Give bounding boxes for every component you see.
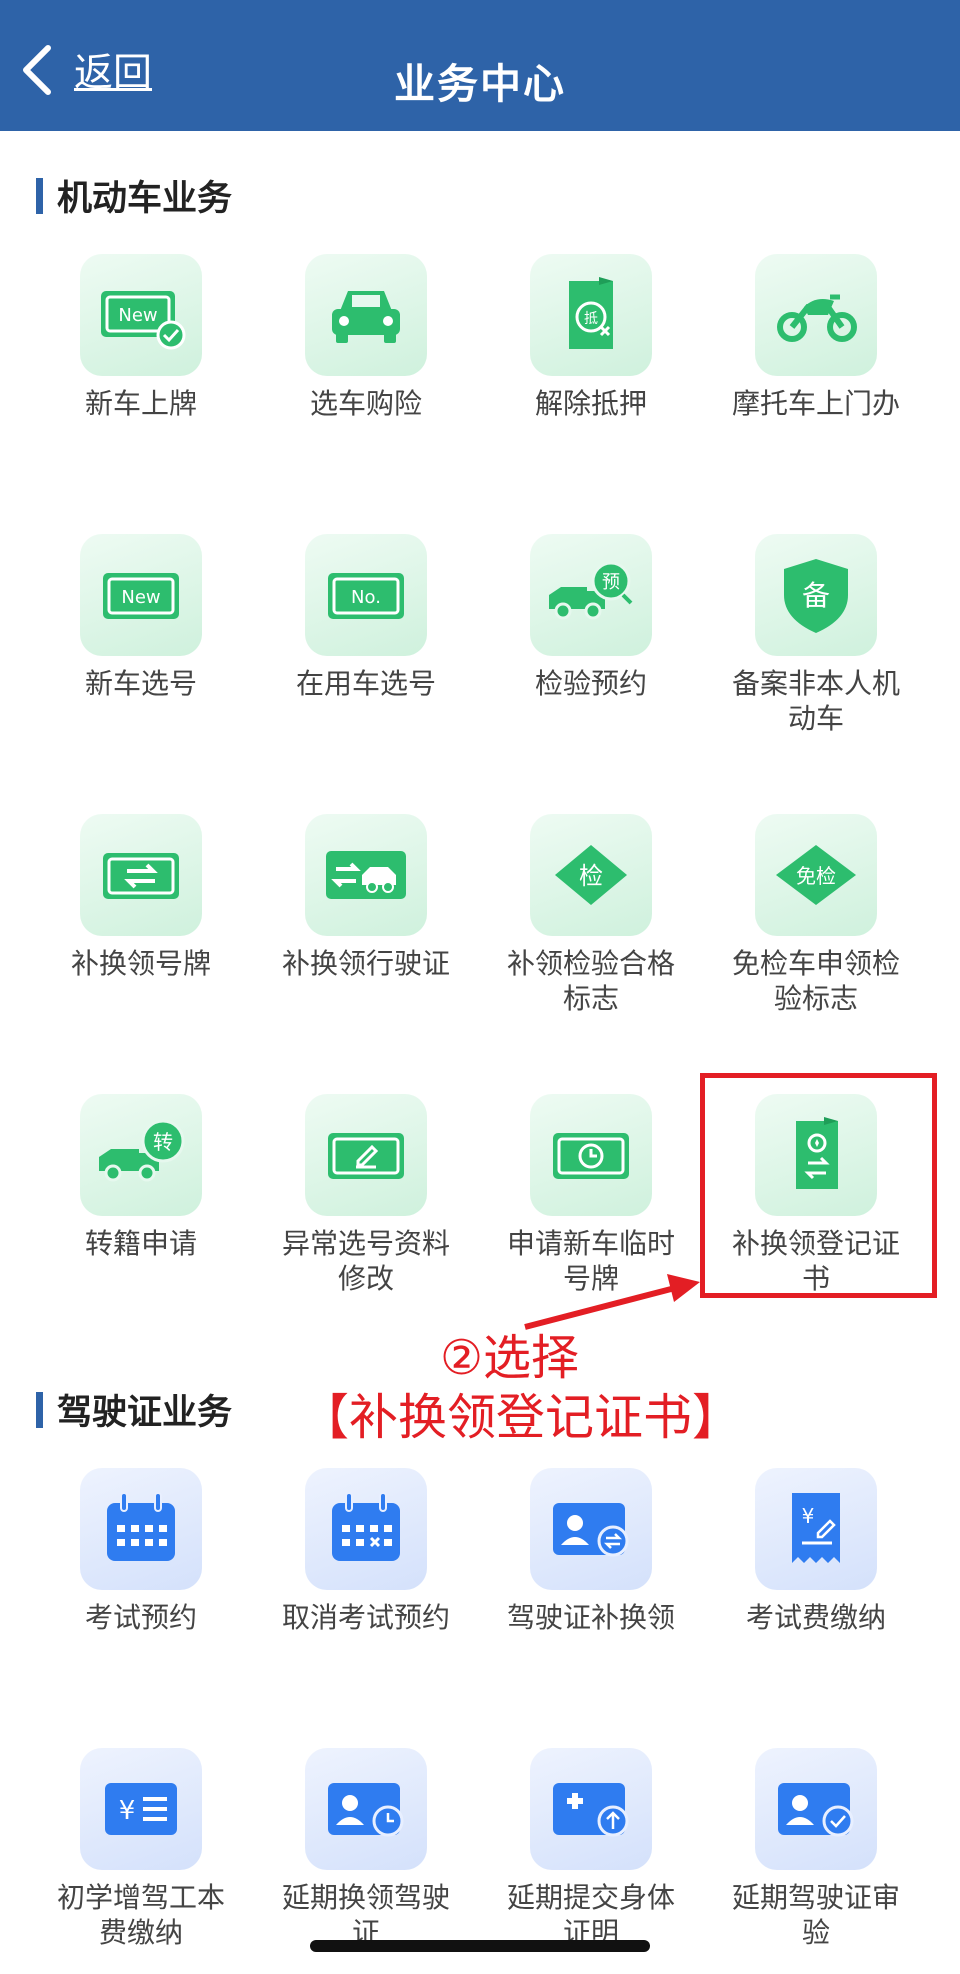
svg-text:¥: ¥ — [119, 1796, 136, 1826]
service-label: 异常选号资料修改 — [281, 1227, 450, 1295]
service-license-replace[interactable]: 驾驶证补换领 — [496, 1468, 686, 1635]
inspection-diamond-icon: 检 — [530, 814, 652, 936]
service-new-car-plate[interactable]: New 新车上牌 — [46, 254, 236, 421]
service-replace-driving-permit[interactable]: 补换领行驶证 — [271, 814, 461, 981]
new-plate-check-icon: New — [80, 254, 202, 376]
svg-text:¥: ¥ — [802, 1504, 815, 1528]
service-label: 初学增驾工本费缴纳 — [56, 1881, 225, 1949]
service-transfer-registration[interactable]: 转 转籍申请 — [46, 1094, 236, 1261]
mortgage-document-icon: 抵 — [530, 254, 652, 376]
svg-text:抵: 抵 — [584, 311, 598, 327]
exempt-diamond-icon: 免检 — [755, 814, 877, 936]
service-in-use-number[interactable]: No. 在用车选号 — [271, 534, 461, 701]
highlight-box — [700, 1073, 937, 1298]
service-choose-car-insurance[interactable]: 选车购险 — [271, 254, 461, 421]
medical-upload-icon — [530, 1748, 652, 1870]
section-title-license: 驾驶证业务 — [36, 1384, 232, 1435]
top-bar: 返回 业务中心 — [0, 0, 960, 131]
service-motorcycle-home[interactable]: 摩托车上门办 — [721, 254, 911, 421]
service-learner-fee[interactable]: ¥ 初学增驾工本费缴纳 — [46, 1748, 236, 1950]
service-inspection-appointment[interactable]: 预 检验预约 — [496, 534, 686, 701]
calendar-icon — [80, 1468, 202, 1590]
plate-clock-icon — [530, 1094, 652, 1216]
service-label: 新车选号 — [84, 667, 197, 700]
service-record-non-owner[interactable]: 备 备案非本人机动车 — [721, 534, 911, 736]
service-label: 补领检验合格标志 — [506, 947, 675, 1015]
svg-text:New: New — [118, 305, 157, 326]
service-label: 免检车申领检验标志 — [731, 947, 900, 1015]
motorcycle-icon — [755, 254, 877, 376]
service-exempt-inspection-mark[interactable]: 免检 免检车申领检验标志 — [721, 814, 911, 1016]
service-label: 备案非本人机动车 — [731, 667, 900, 735]
plate-exchange-icon — [80, 814, 202, 936]
section-marker — [36, 1391, 43, 1428]
service-cancel-exam-appointment[interactable]: 取消考试预约 — [271, 1468, 461, 1635]
service-release-mortgage[interactable]: 抵 解除抵押 — [496, 254, 686, 421]
svg-text:免检: 免检 — [796, 864, 836, 888]
service-label: 取消考试预约 — [281, 1601, 450, 1634]
page-title: 业务中心 — [394, 60, 566, 108]
service-label: 摩托车上门办 — [731, 387, 900, 420]
service-label: 考试费缴纳 — [745, 1601, 886, 1634]
service-label: 新车上牌 — [84, 387, 197, 420]
service-label: 延期驾驶证审验 — [731, 1881, 900, 1949]
service-label: 补换领行驶证 — [281, 947, 450, 980]
shield-record-icon: 备 — [755, 534, 877, 656]
license-exchange-car-icon — [305, 814, 427, 936]
service-extend-medical-proof[interactable]: 延期提交身体证明 — [496, 1748, 686, 1950]
svg-text:New: New — [121, 587, 160, 608]
service-label: 转籍申请 — [84, 1227, 197, 1260]
svg-text:检: 检 — [579, 862, 603, 890]
truck-appointment-icon: 预 — [530, 534, 652, 656]
new-plate-icon: New — [80, 534, 202, 656]
service-temporary-plate[interactable]: 申请新车临时号牌 — [496, 1094, 686, 1296]
service-replace-plate[interactable]: 补换领号牌 — [46, 814, 236, 981]
truck-transfer-icon: 转 — [80, 1094, 202, 1216]
service-exam-appointment[interactable]: 考试预约 — [46, 1468, 236, 1635]
calendar-cancel-icon — [305, 1468, 427, 1590]
service-label: 选车购险 — [309, 387, 422, 420]
service-label: 检验预约 — [534, 667, 647, 700]
section-marker — [36, 177, 43, 214]
service-reissue-inspection-mark[interactable]: 检 补领检验合格标志 — [496, 814, 686, 1016]
annotation-target: 【补换领登记证书】 — [300, 1389, 742, 1446]
home-indicator[interactable] — [310, 1940, 650, 1952]
service-label: 补换领号牌 — [70, 947, 211, 980]
service-label: 驾驶证补换领 — [506, 1601, 675, 1634]
service-new-car-number[interactable]: New 新车选号 — [46, 534, 236, 701]
section-title-text: 机动车业务 — [57, 179, 233, 219]
service-extend-license-review[interactable]: 延期驾驶证审验 — [721, 1748, 911, 1950]
svg-text:预: 预 — [602, 572, 620, 593]
service-label: 在用车选号 — [295, 667, 436, 700]
svg-text:转: 转 — [153, 1130, 173, 1154]
id-card-check-icon — [755, 1748, 877, 1870]
id-card-exchange-icon — [530, 1468, 652, 1590]
service-extend-license-renewal[interactable]: 延期换领驾驶证 — [271, 1748, 461, 1950]
fee-receipt-icon: ¥ — [755, 1468, 877, 1590]
section-title-text: 驾驶证业务 — [57, 1393, 233, 1433]
plate-edit-icon — [305, 1094, 427, 1216]
service-exam-fee[interactable]: ¥ 考试费缴纳 — [721, 1468, 911, 1635]
service-abnormal-number-edit[interactable]: 异常选号资料修改 — [271, 1094, 461, 1296]
svg-text:No.: No. — [351, 587, 381, 608]
service-label: 解除抵押 — [534, 387, 647, 420]
service-label: 申请新车临时号牌 — [506, 1227, 675, 1295]
yuan-list-icon: ¥ — [80, 1748, 202, 1870]
section-title-vehicle: 机动车业务 — [36, 170, 232, 221]
id-card-clock-icon — [305, 1748, 427, 1870]
number-plate-icon: No. — [305, 534, 427, 656]
svg-text:备: 备 — [802, 579, 830, 612]
car-icon — [305, 254, 427, 376]
service-label: 考试预约 — [84, 1601, 197, 1634]
